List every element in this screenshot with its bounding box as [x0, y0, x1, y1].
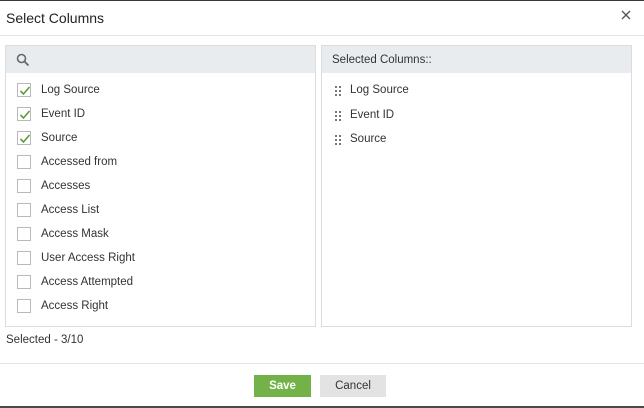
selected-column-label: Log Source: [350, 84, 409, 96]
column-option-label: Accessed from: [41, 156, 118, 168]
cancel-button[interactable]: Cancel: [320, 375, 386, 397]
search-icon: [16, 53, 30, 72]
drag-handle-icon[interactable]: [334, 133, 342, 145]
column-option[interactable]: Log Source: [6, 79, 315, 103]
column-option[interactable]: User Access Right: [6, 247, 315, 271]
column-option[interactable]: Access Right: [6, 295, 315, 319]
column-option-label: Log Source: [41, 84, 100, 96]
column-checkbox[interactable]: [17, 299, 31, 313]
column-option[interactable]: Accessed from: [6, 151, 315, 175]
column-option-label: User Access Right: [41, 252, 135, 264]
column-option[interactable]: Accesses: [6, 175, 315, 199]
column-checkbox[interactable]: [17, 179, 31, 193]
selected-column-label: Event ID: [350, 108, 395, 121]
column-option[interactable]: Source: [6, 127, 315, 151]
search-bar: [6, 46, 315, 73]
search-input[interactable]: [36, 50, 306, 69]
column-checkbox[interactable]: [17, 107, 31, 121]
close-icon[interactable]: [618, 7, 634, 23]
column-checkbox[interactable]: [17, 155, 31, 169]
column-checkbox[interactable]: [17, 227, 31, 241]
selected-count: Selected - 3/10: [6, 334, 84, 346]
dialog-title: Select Columns: [6, 10, 105, 26]
column-checkbox[interactable]: [17, 203, 31, 217]
check-icon: [19, 134, 31, 144]
column-option-label: Event ID: [41, 108, 86, 120]
selected-columns-header: Selected Columns::: [322, 46, 631, 73]
selected-column-item[interactable]: Event ID: [322, 104, 631, 129]
column-option[interactable]: Access Attempted: [6, 271, 315, 295]
save-button[interactable]: Save: [254, 375, 311, 397]
column-option-label: Access Right: [41, 300, 109, 312]
column-checkbox[interactable]: [17, 275, 31, 289]
column-option-label: Access Mask: [41, 228, 109, 240]
check-icon: [19, 110, 31, 120]
column-option[interactable]: Access List: [6, 199, 315, 223]
select-columns-dialog: Select Columns Log Source Event ID Source A…: [0, 0, 644, 406]
available-columns-panel: Log Source Event ID Source Accessed from Acc…: [5, 45, 316, 327]
drag-handle-icon[interactable]: [334, 84, 342, 96]
column-option-label: Accesses: [41, 180, 91, 192]
check-icon: [19, 86, 31, 96]
selected-columns-list: Log Source Event ID Source: [322, 79, 631, 153]
column-checkbox[interactable]: [17, 251, 31, 265]
footer-divider: [0, 363, 644, 364]
header-divider: [0, 35, 644, 36]
column-option-label: Access Attempted: [41, 276, 134, 288]
selected-column-item[interactable]: Source: [322, 128, 631, 153]
selected-column-label: Source: [350, 133, 387, 145]
column-option-label: Source: [41, 132, 78, 144]
column-checkbox[interactable]: [17, 83, 31, 97]
column-option[interactable]: Event ID: [6, 103, 315, 127]
column-checkbox[interactable]: [17, 131, 31, 145]
selected-column-item[interactable]: Log Source: [322, 79, 631, 104]
selected-columns-panel: Selected Columns:: Log SourceEvent IDSou…: [321, 45, 632, 327]
available-columns-list: Log Source Event ID Source Accessed from Acc…: [6, 79, 315, 319]
column-option-label: Access List: [41, 204, 100, 216]
column-option[interactable]: Access Mask: [6, 223, 315, 247]
drag-handle-icon[interactable]: [334, 109, 342, 121]
